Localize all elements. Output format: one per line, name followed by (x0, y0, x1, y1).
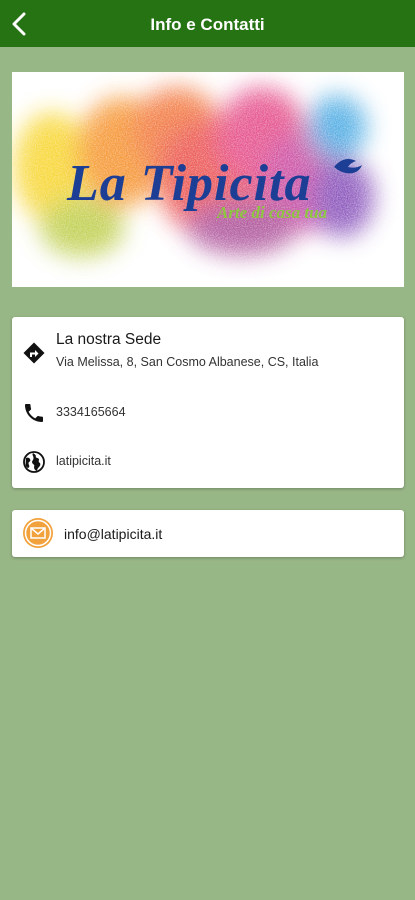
website-link[interactable]: latipicita.it (56, 454, 111, 468)
directions-icon (23, 342, 45, 364)
logo-tagline: Arte di casa tua (216, 203, 328, 222)
logo-banner: La Tipicita Arte di casa tua (12, 72, 404, 287)
phone-row[interactable]: 3334165664 (12, 393, 404, 433)
phone-icon (25, 404, 43, 422)
navbar: Info e Contatti (0, 0, 415, 47)
sede-address: Via Melissa, 8, San Cosmo Albanese, CS, … (56, 355, 319, 369)
sede-title: La nostra Sede (56, 331, 162, 348)
sede-row[interactable]: La nostra Sede Via Melissa, 8, San Cosmo… (12, 317, 404, 385)
phone-number: 3334165664 (56, 405, 126, 419)
brand-logo: La Tipicita Arte di casa tua (12, 72, 404, 287)
email-address: info@latipicita.it (64, 526, 163, 542)
page-title: Info e Contatti (150, 15, 265, 34)
email-card[interactable]: info@latipicita.it (12, 510, 404, 557)
contact-info-card: La nostra Sede Via Melissa, 8, San Cosmo… (12, 317, 404, 488)
website-row[interactable]: latipicita.it (12, 442, 404, 482)
globe-icon (23, 451, 45, 473)
mail-icon (23, 518, 53, 548)
